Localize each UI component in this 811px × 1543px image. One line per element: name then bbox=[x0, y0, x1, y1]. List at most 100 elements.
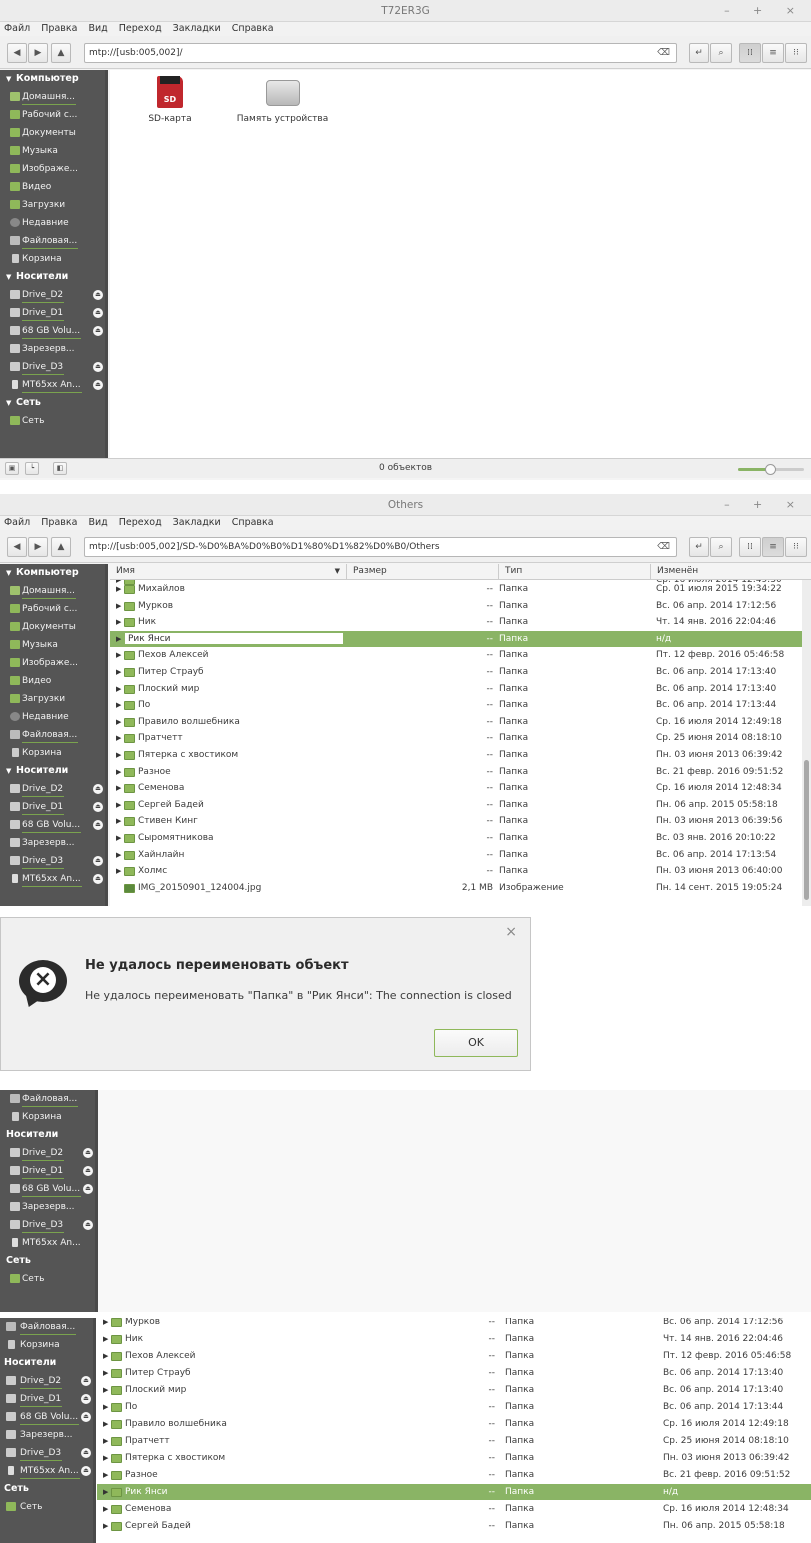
rename-input[interactable]: Рик Янси bbox=[124, 631, 344, 645]
sidebar-item-drive-d3[interactable]: Drive_D3 ⏏ bbox=[0, 852, 108, 870]
eject-icon[interactable]: ⏏ bbox=[83, 1166, 93, 1176]
list-item[interactable]: ▶ Холмс -- Папка Пн. 03 июня 2013 06:40:00 bbox=[110, 863, 802, 879]
location-input[interactable]: mtp://[usb:005,002]/ ⌫ bbox=[84, 43, 677, 63]
sidebar-item-reserved[interactable]: Зарезерв... bbox=[0, 1198, 98, 1216]
sidebar-item-music[interactable]: Музыка bbox=[0, 636, 108, 654]
section-computer[interactable]: ▼ Компьютер bbox=[0, 564, 108, 582]
menu-file[interactable]: Файл bbox=[4, 23, 30, 34]
sidebar-item-drive-d3[interactable]: Drive_D3 ⏏ bbox=[0, 1216, 98, 1234]
sidebar-item-drive-d2[interactable]: Drive_D2 ⏏ bbox=[0, 286, 108, 304]
expand-arrow-icon[interactable]: ▶ bbox=[116, 863, 121, 879]
list-item[interactable]: ▶ Пехов Алексей -- Папка Пт. 12 февр. 2016 0… bbox=[110, 647, 802, 663]
expand-arrow-icon[interactable]: ▶ bbox=[103, 1484, 108, 1500]
sidebar-item-filesystem[interactable]: Файловая... bbox=[0, 1318, 96, 1336]
selected-list-item[interactable]: ▶ Рик Янси -- Папка н/д bbox=[97, 1484, 811, 1500]
menu-bookmarks[interactable]: Закладки bbox=[173, 23, 221, 34]
eject-icon[interactable]: ⏏ bbox=[93, 380, 103, 390]
list-item[interactable]: ▶ Сергей Бадей -- Папка Пн. 06 апр. 2015 05:… bbox=[110, 797, 802, 813]
sidebar-item-trash[interactable]: Корзина bbox=[0, 250, 108, 268]
sidebar-item-network[interactable]: Сеть bbox=[0, 1270, 98, 1288]
sidebar-item-pictures[interactable]: Изображе... bbox=[0, 654, 108, 672]
eject-icon[interactable]: ⏏ bbox=[93, 784, 103, 794]
sidebar-item-network[interactable]: Сеть bbox=[0, 412, 108, 430]
sidebar-item-home[interactable]: Домашня... bbox=[0, 582, 108, 600]
sidebar-item-drive-d2[interactable]: Drive_D2 ⏏ bbox=[0, 1144, 98, 1162]
list-item[interactable]: ▶ Правило волшебника -- Папка Ср. 16 июля 20… bbox=[110, 714, 802, 730]
expand-arrow-icon[interactable]: ▶ bbox=[103, 1382, 108, 1398]
menu-view[interactable]: Вид bbox=[88, 517, 107, 528]
list-item[interactable]: ▶ Пятерка с хвостиком -- Папка Пн. 03 июня 2… bbox=[97, 1450, 811, 1466]
list-item[interactable]: ▶ По -- Папка Вс. 06 апр. 2014 17:13:44 bbox=[97, 1399, 811, 1415]
expand-arrow-icon[interactable]: ▶ bbox=[116, 730, 121, 746]
list-item[interactable]: ▶ Пратчетт -- Папка Ср. 25 июня 2014 08:18:1… bbox=[110, 730, 802, 746]
sidebar-item-drive-d1[interactable]: Drive_D1 ⏏ bbox=[0, 1162, 98, 1180]
forward-button[interactable]: ▶ bbox=[28, 43, 48, 63]
expand-arrow-icon[interactable]: ▶ bbox=[116, 764, 121, 780]
sidebar-item-drive-d2[interactable]: Drive_D2 ⏏ bbox=[0, 1372, 96, 1390]
search-button[interactable]: ⌕ bbox=[710, 537, 732, 557]
eject-icon[interactable]: ⏏ bbox=[93, 362, 103, 372]
section-media[interactable]: ▼ Носители bbox=[0, 762, 108, 780]
device-memory-item[interactable]: Память устройства bbox=[235, 80, 330, 124]
compact-view-button[interactable]: ⁝⁝ bbox=[785, 43, 807, 63]
list-item[interactable]: ▶ Сергей Бадей -- Папка Пн. 06 апр. 2015 05:… bbox=[97, 1518, 811, 1534]
list-item[interactable]: ▶ Питер Страуб -- Папка Вс. 06 апр. 2014 17:… bbox=[97, 1365, 811, 1381]
expand-arrow-icon[interactable]: ▶ bbox=[116, 581, 121, 597]
sidebar-item-network[interactable]: Сеть bbox=[0, 1498, 96, 1516]
sidebar-item-68gb-volume[interactable]: 68 GB Volu... ⏏ bbox=[0, 1408, 96, 1426]
sidebar-item-reserved[interactable]: Зарезерв... bbox=[0, 834, 108, 852]
sidebar-item-drive-d3[interactable]: Drive_D3 ⏏ bbox=[0, 358, 108, 376]
expand-arrow-icon[interactable]: ▶ bbox=[103, 1518, 108, 1534]
eject-icon[interactable]: ⏏ bbox=[93, 856, 103, 866]
section-media[interactable]: Носители bbox=[0, 1354, 96, 1372]
sidebar-item-drive-d2[interactable]: Drive_D2 ⏏ bbox=[0, 780, 108, 798]
section-media[interactable]: ▼ Носители bbox=[0, 268, 108, 286]
sidebar-item-videos[interactable]: Видео bbox=[0, 672, 108, 690]
eject-icon[interactable]: ⏏ bbox=[93, 308, 103, 318]
up-button[interactable]: ▲ bbox=[51, 43, 71, 63]
selected-list-item[interactable]: ▶ Рик Янси -- Папка н/д bbox=[110, 630, 802, 647]
section-media[interactable]: Носители bbox=[0, 1126, 98, 1144]
list-view-button[interactable]: ≡ bbox=[762, 43, 784, 63]
sidebar-item-68gb-volume[interactable]: 68 GB Volu... ⏏ bbox=[0, 1180, 98, 1198]
window-controls[interactable]: – + × bbox=[724, 0, 805, 22]
list-item[interactable]: ▶ Разное -- Папка Вс. 21 февр. 2016 09:51:52 bbox=[97, 1467, 811, 1483]
expand-arrow-icon[interactable]: ▶ bbox=[103, 1416, 108, 1432]
sidebar-item-desktop[interactable]: Рабочий с... bbox=[0, 600, 108, 618]
clear-location-icon[interactable]: ⌫ bbox=[657, 538, 670, 556]
toggle-location-button[interactable]: ↵ bbox=[689, 43, 709, 63]
list-item[interactable]: ▶ Питер Страуб -- Папка Вс. 06 апр. 2014 17:… bbox=[110, 664, 802, 680]
icon-view-area[interactable]: SD SD-карта Память устройства bbox=[110, 70, 811, 460]
expand-arrow-icon[interactable]: ▶ bbox=[116, 614, 121, 630]
column-type[interactable]: Тип bbox=[499, 564, 651, 580]
eject-icon[interactable]: ⏏ bbox=[93, 874, 103, 884]
sidebar-item-trash[interactable]: Корзина bbox=[0, 1108, 98, 1126]
icon-view-button[interactable]: ⁞⁞ bbox=[739, 537, 761, 557]
list-item[interactable]: ▶ Пятерка с хвостиком -- Папка Пн. 03 июня 2… bbox=[110, 747, 802, 763]
sidebar-item-drive-d3[interactable]: Drive_D3 ⏏ bbox=[0, 1444, 96, 1462]
zoom-slider-handle[interactable] bbox=[765, 464, 776, 475]
eject-icon[interactable]: ⏏ bbox=[81, 1448, 91, 1458]
menu-help[interactable]: Справка bbox=[232, 23, 274, 34]
menu-file[interactable]: Файл bbox=[4, 517, 30, 528]
title-bar[interactable]: T72ER3G – + × bbox=[0, 0, 811, 22]
eject-icon[interactable]: ⏏ bbox=[83, 1220, 93, 1230]
menu-view[interactable]: Вид bbox=[88, 23, 107, 34]
column-modified[interactable]: Изменён bbox=[651, 564, 811, 580]
list-item[interactable]: ▶ Семенова -- Папка Ср. 16 июля 2014 12:48:3… bbox=[110, 780, 802, 796]
list-item[interactable]: ▶ По -- Папка Вс. 06 апр. 2014 17:13:44 bbox=[110, 697, 802, 713]
menu-go[interactable]: Переход bbox=[119, 517, 162, 528]
menu-edit[interactable]: Правка bbox=[41, 23, 77, 34]
forward-button[interactable]: ▶ bbox=[28, 537, 48, 557]
expand-arrow-icon[interactable]: ▶ bbox=[116, 697, 121, 713]
eject-icon[interactable]: ⏏ bbox=[81, 1376, 91, 1386]
sidebar-item-filesystem[interactable]: Файловая... bbox=[0, 1090, 98, 1108]
eject-icon[interactable]: ⏏ bbox=[93, 820, 103, 830]
window-controls[interactable]: – + × bbox=[724, 494, 805, 516]
sidebar-item-documents[interactable]: Документы bbox=[0, 124, 108, 142]
search-button[interactable]: ⌕ bbox=[710, 43, 732, 63]
expand-arrow-icon[interactable]: ▶ bbox=[116, 681, 121, 697]
list-item[interactable]: IMG_20150901_124004.jpg 2,1 MB Изображение… bbox=[110, 880, 802, 896]
sidebar-item-home[interactable]: Домашня... bbox=[0, 88, 108, 106]
eject-icon[interactable]: ⏏ bbox=[83, 1184, 93, 1194]
